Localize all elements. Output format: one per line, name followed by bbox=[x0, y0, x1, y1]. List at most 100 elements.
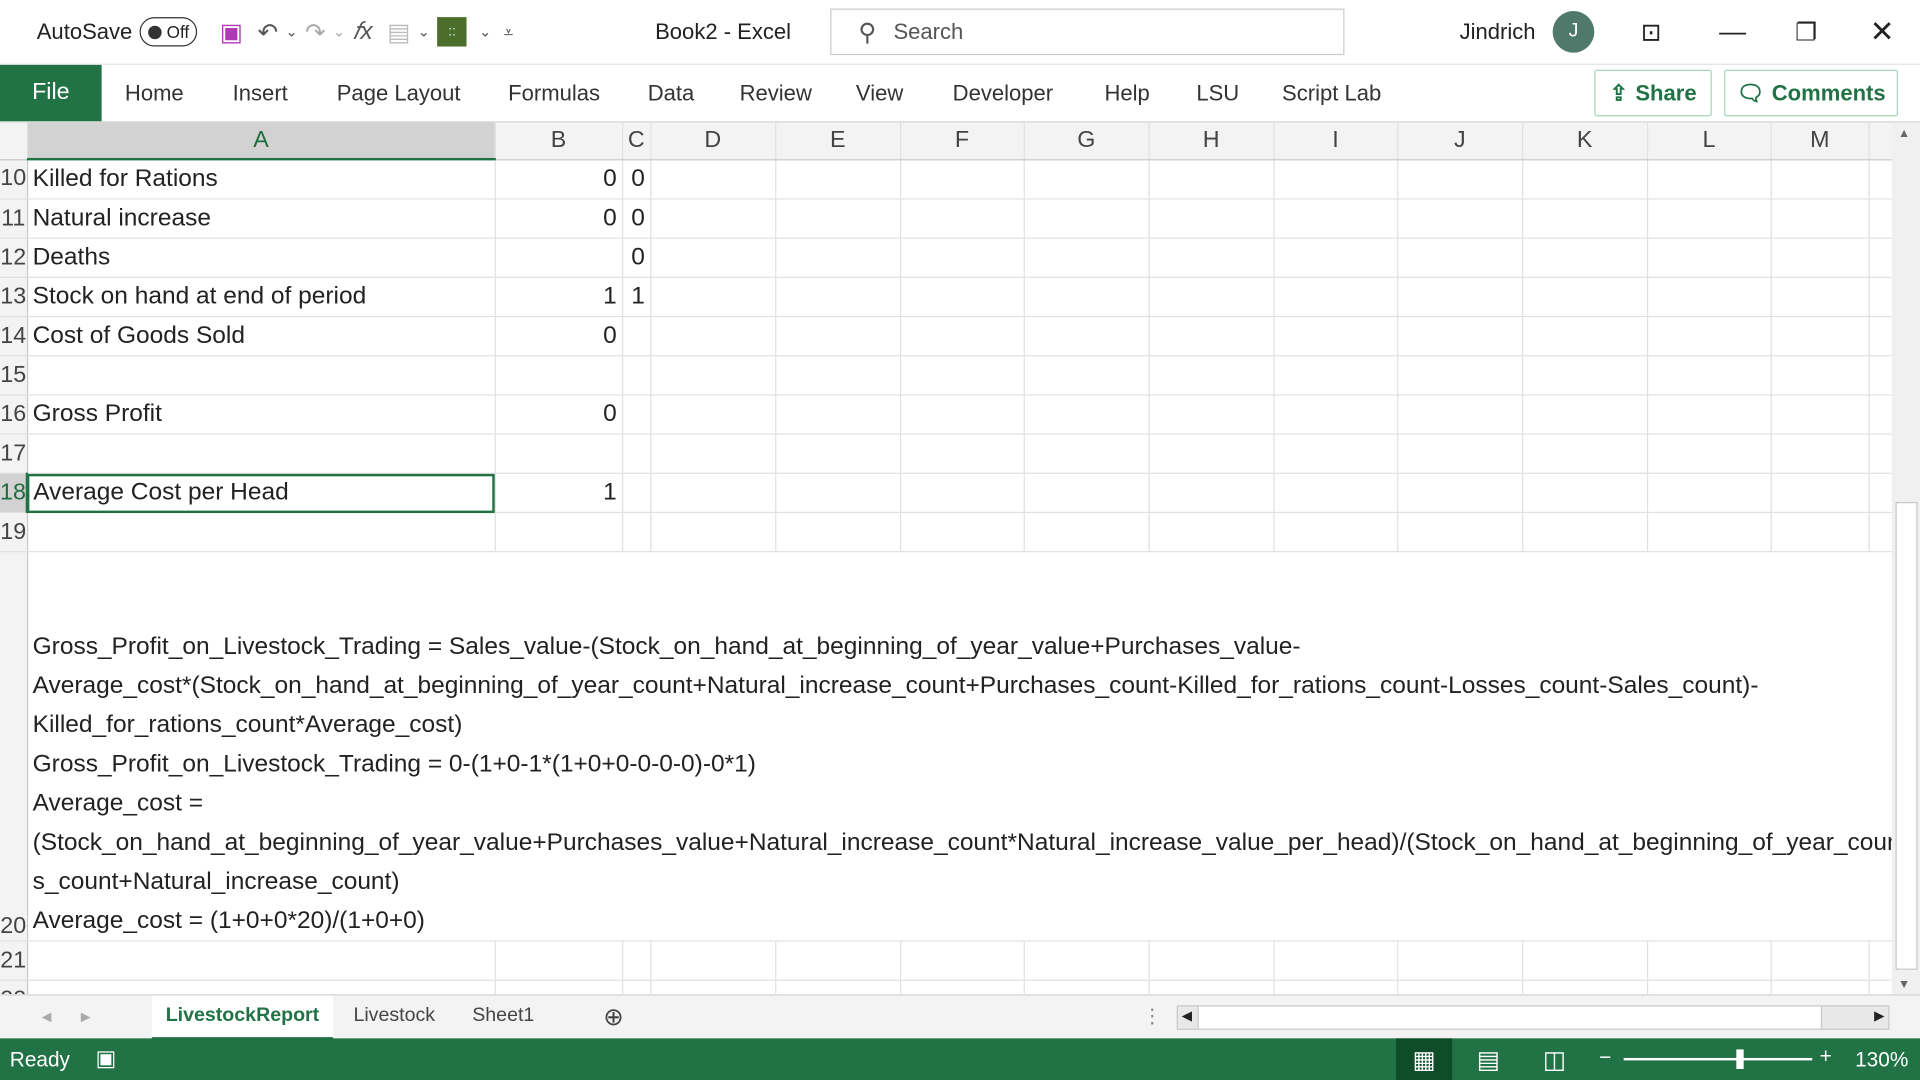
cell-k18[interactable] bbox=[1522, 473, 1648, 514]
vertical-scrollbar[interactable]: ▲ ▼ bbox=[1891, 122, 1920, 995]
column-header-j[interactable]: J bbox=[1397, 122, 1523, 160]
cell-k21[interactable] bbox=[1522, 941, 1648, 981]
cell-e11[interactable] bbox=[775, 198, 901, 239]
cell-m19[interactable] bbox=[1770, 512, 1870, 553]
cell-a16[interactable]: Gross Profit bbox=[27, 394, 496, 435]
scroll-left-icon[interactable]: ◀ bbox=[1182, 1008, 1192, 1024]
row-header-19[interactable]: 19 bbox=[0, 512, 28, 553]
cell-f14[interactable] bbox=[900, 316, 1025, 357]
cell-d16[interactable] bbox=[650, 394, 776, 435]
column-header-i[interactable]: I bbox=[1273, 122, 1398, 160]
cell-a15[interactable] bbox=[27, 355, 496, 396]
row-header-20[interactable]: 20 bbox=[0, 551, 28, 942]
cell-h10[interactable] bbox=[1148, 159, 1275, 200]
prev-sheet-icon[interactable]: ◂ bbox=[34, 996, 58, 1038]
cell-c14[interactable] bbox=[622, 316, 651, 357]
cell-f15[interactable] bbox=[900, 355, 1025, 396]
macro-recording-icon[interactable]: ▣ bbox=[96, 1046, 117, 1072]
cell-j14[interactable] bbox=[1397, 316, 1523, 357]
cell-i14[interactable] bbox=[1273, 316, 1398, 357]
cell-e22[interactable] bbox=[775, 980, 901, 995]
cell-j16[interactable] bbox=[1397, 394, 1523, 435]
cell-b13[interactable]: 1 bbox=[494, 277, 623, 318]
column-header-e[interactable]: E bbox=[775, 122, 901, 160]
cell-l21[interactable] bbox=[1647, 941, 1772, 981]
cell-k10[interactable] bbox=[1522, 159, 1648, 200]
scroll-up-icon[interactable]: ▲ bbox=[1898, 127, 1910, 140]
addin-dropdown-icon[interactable]: ⌄ bbox=[479, 23, 491, 40]
addin-icon[interactable]: :: bbox=[437, 17, 467, 47]
cell-a12[interactable]: Deaths bbox=[27, 238, 496, 278]
worksheet-grid[interactable]: A B C D E F G H I J K L M 10 Killed for Rations 0 0 11 Nat… bbox=[0, 122, 1892, 995]
cell-b19[interactable] bbox=[494, 512, 623, 553]
cell-k13[interactable] bbox=[1522, 277, 1648, 318]
cell-g21[interactable] bbox=[1023, 941, 1150, 981]
column-header-b[interactable]: B bbox=[494, 122, 623, 160]
cell-j13[interactable] bbox=[1397, 277, 1523, 318]
autosave-toggle[interactable]: Off bbox=[139, 17, 198, 47]
cell-e18[interactable] bbox=[775, 473, 901, 514]
cell-b17[interactable] bbox=[494, 434, 623, 474]
scroll-down-icon[interactable]: ▼ bbox=[1898, 978, 1910, 991]
cell-l18[interactable] bbox=[1647, 473, 1772, 514]
tab-file[interactable]: File bbox=[0, 64, 102, 122]
cell-l22[interactable] bbox=[1647, 980, 1772, 995]
cell-g12[interactable] bbox=[1023, 238, 1150, 278]
scroll-right-icon[interactable]: ▶ bbox=[1874, 1008, 1884, 1024]
cell-g19[interactable] bbox=[1023, 512, 1150, 553]
cell-m14[interactable] bbox=[1770, 316, 1870, 357]
cell-l16[interactable] bbox=[1647, 394, 1772, 435]
undo-icon[interactable]: ↶ bbox=[258, 17, 279, 48]
tab-splitter-icon[interactable]: ⋮ bbox=[1142, 996, 1162, 1038]
cell-m15[interactable] bbox=[1770, 355, 1870, 396]
cell-l11[interactable] bbox=[1647, 198, 1772, 239]
cell-g14[interactable] bbox=[1023, 316, 1150, 357]
avatar[interactable]: J bbox=[1552, 11, 1595, 53]
cell-c15[interactable] bbox=[622, 355, 651, 396]
cell-l15[interactable] bbox=[1647, 355, 1772, 396]
cell-i22[interactable] bbox=[1273, 980, 1398, 995]
cell-a14[interactable]: Cost of Goods Sold bbox=[27, 316, 496, 357]
cell-j12[interactable] bbox=[1397, 238, 1523, 278]
cell-i16[interactable] bbox=[1273, 394, 1398, 435]
cell-b14[interactable]: 0 bbox=[494, 316, 623, 357]
cell-j15[interactable] bbox=[1397, 355, 1523, 396]
cell-f22[interactable] bbox=[900, 980, 1025, 995]
cell-k11[interactable] bbox=[1522, 198, 1648, 239]
cell-k16[interactable] bbox=[1522, 394, 1648, 435]
cell-c10[interactable]: 0 bbox=[622, 159, 651, 200]
cell-h11[interactable] bbox=[1148, 198, 1275, 239]
cell-e12[interactable] bbox=[775, 238, 901, 278]
user-name[interactable]: Jindrich bbox=[1460, 19, 1536, 45]
tab-developer[interactable]: Developer bbox=[953, 65, 1053, 121]
cell-j18[interactable] bbox=[1397, 473, 1523, 514]
cell-d13[interactable] bbox=[650, 277, 776, 318]
cell-l17[interactable] bbox=[1647, 434, 1772, 474]
row-header-16[interactable]: 16 bbox=[0, 394, 28, 435]
cell-b11[interactable]: 0 bbox=[494, 198, 623, 239]
cell-d22[interactable] bbox=[650, 980, 776, 995]
column-header-l[interactable]: L bbox=[1647, 122, 1772, 160]
tab-script-lab[interactable]: Script Lab bbox=[1282, 65, 1381, 121]
cell-k17[interactable] bbox=[1522, 434, 1648, 474]
cell-f11[interactable] bbox=[900, 198, 1025, 239]
page-layout-view-icon[interactable]: ▤ bbox=[1477, 1044, 1500, 1075]
column-header-c[interactable]: C bbox=[622, 122, 651, 160]
row-header-17[interactable]: 17 bbox=[0, 434, 28, 474]
cell-e21[interactable] bbox=[775, 941, 901, 981]
cell-c11[interactable]: 0 bbox=[622, 198, 651, 239]
cell-e17[interactable] bbox=[775, 434, 901, 474]
cell-m18[interactable] bbox=[1770, 473, 1870, 514]
cell-c13[interactable]: 1 bbox=[622, 277, 651, 318]
cell-e10[interactable] bbox=[775, 159, 901, 200]
cell-h19[interactable] bbox=[1148, 512, 1275, 553]
cell-i13[interactable] bbox=[1273, 277, 1398, 318]
cell-f12[interactable] bbox=[900, 238, 1025, 278]
cell-a21[interactable] bbox=[27, 941, 496, 981]
column-header-k[interactable]: K bbox=[1522, 122, 1648, 160]
cell-k12[interactable] bbox=[1522, 238, 1648, 278]
cell-l19[interactable] bbox=[1647, 512, 1772, 553]
zoom-out-icon[interactable]: − bbox=[1599, 1046, 1611, 1070]
cell-h22[interactable] bbox=[1148, 980, 1275, 995]
cell-a13[interactable]: Stock on hand at end of period bbox=[27, 277, 496, 318]
